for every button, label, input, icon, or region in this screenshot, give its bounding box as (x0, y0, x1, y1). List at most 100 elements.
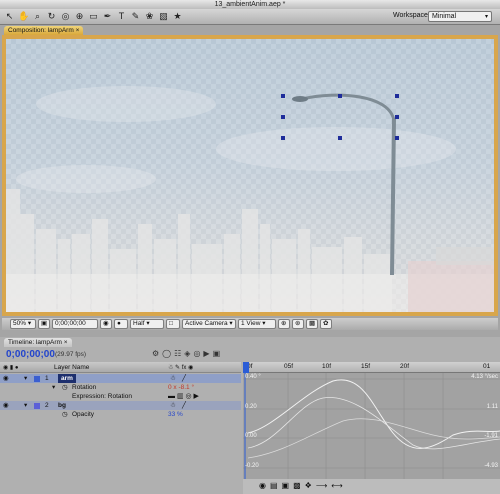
expression-label: Expression: Rotation (72, 393, 132, 400)
view-layout-dropdown[interactable]: 1 View ▾ (238, 319, 276, 329)
expand-triangle-icon[interactable]: ▾ (52, 383, 55, 392)
property-row-expression: Expression: Rotation ▬ ▥ ◎ ▶ (0, 392, 241, 401)
workspace-select[interactable]: Minimal ▾ (428, 11, 492, 22)
graph-left-label: 0.40 ° (245, 374, 261, 380)
workspace-label: Workspace: (393, 12, 430, 19)
ruler-label: 20f (400, 363, 410, 370)
cloud (16, 165, 156, 193)
shy-icon[interactable]: ☃ (170, 401, 176, 410)
expand-triangle-icon[interactable]: ▾ (24, 374, 27, 383)
layer-name[interactable]: arm (58, 374, 76, 383)
graph-right-label: 1.11 (486, 404, 498, 410)
eye-icon[interactable]: ◉ (3, 374, 9, 383)
timeline-tab-label: Timeline: lampArm (8, 339, 62, 346)
shy-icon[interactable]: ☃ (170, 374, 176, 383)
cloud (36, 86, 216, 122)
transparency-grid-icon[interactable]: ▩ (306, 319, 318, 329)
timeline-switches-toolbar[interactable]: ⚙◯☷◈◎▶▣ (152, 349, 240, 360)
viewer-scene (6, 86, 494, 312)
quality-icon[interactable]: ╱ (182, 374, 186, 383)
label-color-swatch[interactable] (34, 403, 40, 409)
lamp-arm (301, 93, 396, 122)
layer-name-header[interactable]: Layer Name (54, 364, 89, 371)
graph-curves (243, 373, 500, 479)
tools-panel: ↖ ✋ ⌕ ↻ ◎ ⊕ ▭ ✒ T ✎ ❀ ▧ ★ Workspace: Minimal ▾ (0, 9, 500, 25)
graph-tools-icons[interactable]: ◉▤▣▩❖⟶⟷ (259, 481, 347, 490)
expression-controls-icon[interactable]: ▬ ▥ ◎ ▶ (168, 392, 199, 401)
camera-value: Active Camera (185, 320, 228, 327)
eraser-tool-icon[interactable]: ▧ (158, 11, 169, 22)
pan-behind-tool-icon[interactable]: ⊕ (74, 11, 85, 22)
frame-rate: (29.97 fps) (55, 351, 87, 358)
quality-icon[interactable]: ╱ (182, 401, 186, 410)
property-value[interactable]: 33 % (168, 410, 183, 419)
hand-tool-icon[interactable]: ✋ (18, 11, 29, 22)
chevron-down-icon: ▾ (484, 14, 488, 20)
composition-footer: 50% ▾ ▣ 0;00;00;00 ◉ ● Half ▾ □ Active C… (2, 318, 498, 330)
brush-tool-icon[interactable]: ✎ (130, 11, 141, 22)
type-tool-icon[interactable]: T (116, 11, 127, 22)
property-value[interactable]: 0 x -8.1 ° (168, 383, 194, 392)
magnification-dropdown[interactable]: 50% ▾ (10, 319, 36, 329)
label-color-swatch[interactable] (34, 376, 40, 382)
composition-tab-label: Composition: lampArm (8, 27, 74, 34)
graph-area[interactable]: 0.40 ° 0.20 0.00 -0.20 4.13 °/sec 1.11 -… (243, 373, 500, 479)
clone-stamp-tool-icon[interactable]: ❀ (144, 11, 155, 22)
graph-left-label: 0.20 (245, 404, 257, 410)
property-label: Rotation (72, 384, 97, 391)
safe-zones-button[interactable]: ▣ (38, 319, 50, 329)
ruler-label: 15f (361, 363, 371, 370)
flowchart-icon[interactable]: ✿ (320, 319, 332, 329)
zoom-tool-icon[interactable]: ⌕ (32, 11, 43, 22)
graph-right-label: -1.91 (484, 433, 498, 439)
fast-preview-icon[interactable]: ⊛ (292, 319, 304, 329)
graph-editor[interactable]: 0f 05f 10f 15f 20f 01 0.40 ° 0.20 0.00 -… (243, 362, 500, 494)
current-time-display[interactable]: 0;00;00;00 (52, 319, 98, 329)
pen-tool-icon[interactable]: ✒ (102, 11, 113, 22)
timeline-current-time[interactable]: 0;00;00;00 (6, 349, 55, 360)
rooftop (436, 247, 494, 265)
rotate-tool-icon[interactable]: ↻ (46, 11, 57, 22)
orbit-camera-tool-icon[interactable]: ◎ (60, 11, 71, 22)
close-icon[interactable]: × (64, 339, 68, 346)
graph-right-label: -4.93 (484, 463, 498, 469)
eye-icon[interactable]: ◉ (3, 401, 9, 410)
workspace-value: Minimal (432, 13, 457, 20)
rectangle-mask-tool-icon[interactable]: ▭ (88, 11, 99, 22)
zoom-value: 50% (13, 320, 27, 327)
channel-icon[interactable]: ● (114, 319, 128, 329)
puppet-tool-icon[interactable]: ★ (172, 11, 183, 22)
layer-column-header: ◉ ▮ ● Layer Name ☃ ✎ fx ◉ (0, 362, 241, 373)
switches-header-icon: ☃ ✎ fx ◉ (168, 365, 194, 371)
resolution-dropdown[interactable]: Half ▾ (130, 319, 164, 329)
graph-editor-toolbar: ◉▤▣▩❖⟶⟷ (243, 479, 500, 494)
window-title: 13_ambientAnim.aep * (0, 0, 500, 9)
lamp-head (292, 96, 308, 102)
composition-panel: Composition: lampArm × 50% ▾ ▣ 0;00;00;0… (0, 25, 500, 337)
timeline-tab[interactable]: Timeline: lampArm × (4, 338, 72, 347)
resolution-value: Half (133, 320, 145, 327)
layer-row-bg[interactable]: ◉ ▾ 2 bg ☃ ╱ (0, 401, 241, 410)
layer-number: 1 (45, 375, 49, 382)
ruler-label: 05f (284, 363, 294, 370)
stopwatch-icon[interactable]: ◷ (62, 383, 68, 392)
close-icon[interactable]: × (76, 27, 80, 34)
property-row-opacity[interactable]: ◷ Opacity 33 % (0, 410, 241, 419)
snapshot-icon[interactable]: ◉ (100, 319, 112, 329)
layer-row-arm[interactable]: ◉ ▾ 1 arm ☃ ╱ (0, 374, 241, 383)
layer-name[interactable]: bg (58, 401, 66, 410)
pixel-aspect-icon[interactable]: ⊕ (278, 319, 290, 329)
composition-tab[interactable]: Composition: lampArm × (4, 26, 84, 35)
property-row-rotation[interactable]: ▾ ◷ Rotation 0 x -8.1 ° (0, 383, 241, 392)
ruler-label: 01 (483, 363, 491, 370)
time-ruler[interactable]: 0f 05f 10f 15f 20f 01 (243, 362, 500, 373)
camera-dropdown[interactable]: Active Camera ▾ (182, 319, 236, 329)
composition-viewer[interactable] (6, 39, 494, 312)
selection-tool-icon[interactable]: ↖ (4, 11, 15, 22)
region-of-interest-icon[interactable]: □ (166, 319, 180, 329)
cloud (216, 127, 456, 171)
expand-triangle-icon[interactable]: ▾ (24, 401, 27, 410)
current-time-indicator[interactable] (243, 362, 249, 373)
stopwatch-icon[interactable]: ◷ (62, 410, 68, 419)
av-features-icon: ◉ ▮ ● (3, 365, 19, 371)
